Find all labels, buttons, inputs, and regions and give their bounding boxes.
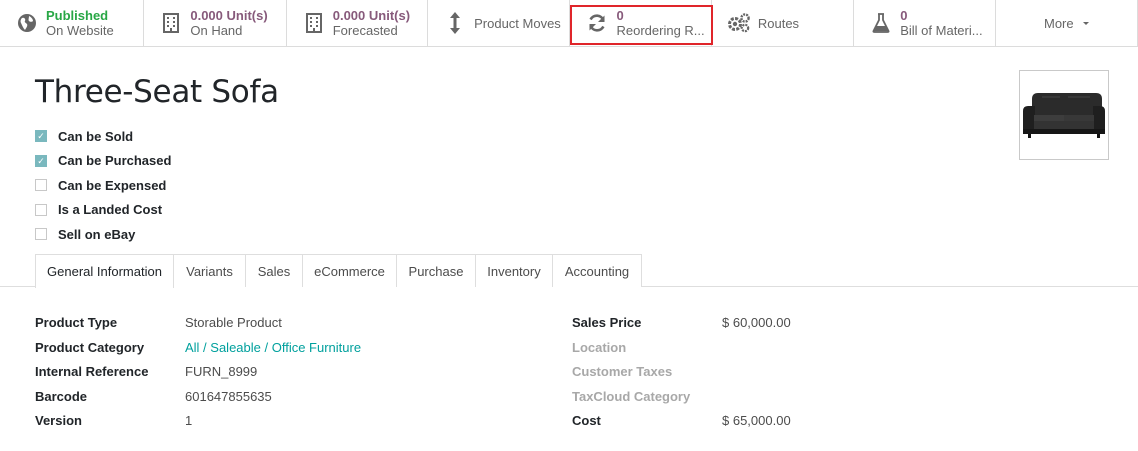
is-landed-cost-label: Is a Landed Cost xyxy=(58,202,163,218)
building-icon xyxy=(297,13,331,33)
sofa-image xyxy=(1023,93,1105,138)
sales-price-value[interactable]: $ 60,000.00 xyxy=(722,315,791,330)
product-type-label: Product Type xyxy=(35,315,118,330)
checkbox-checked[interactable] xyxy=(35,154,47,167)
tab-ecommerce[interactable]: eCommerce xyxy=(302,254,397,287)
tab-variants[interactable]: Variants xyxy=(173,254,246,287)
checkbox-unchecked[interactable] xyxy=(35,203,47,216)
product-category-label: Product Category xyxy=(35,340,145,355)
can-be-expensed-checkbox[interactable]: Can be Expensed xyxy=(35,173,171,198)
refresh-icon xyxy=(580,13,614,33)
product-name[interactable]: Three-Seat Sofa xyxy=(35,74,279,110)
can-be-expensed-label: Can be Expensed xyxy=(58,177,167,193)
checkbox-unchecked[interactable] xyxy=(35,228,47,241)
routes-button[interactable]: Routes xyxy=(712,0,855,46)
on-hand-value: 0.000 Unit(s) xyxy=(190,8,268,23)
cost-value[interactable]: $ 65,000.00 xyxy=(722,413,791,428)
bill-of-materials-label: Bill of Materi... xyxy=(900,23,983,38)
routes-label: Routes xyxy=(757,15,800,31)
customer-taxes-label: Customer Taxes xyxy=(572,364,673,379)
version-value[interactable]: 1 xyxy=(185,413,192,428)
cost-label: Cost xyxy=(572,413,601,428)
more-label: More xyxy=(1043,15,1074,31)
sell-on-ebay-label: Sell on eBay xyxy=(58,226,136,242)
on-hand-label: On Hand xyxy=(190,23,243,38)
gears-icon xyxy=(722,13,756,33)
internal-reference-label: Internal Reference xyxy=(35,364,149,379)
published-button[interactable]: Published On Website xyxy=(0,0,145,46)
sales-price-label: Sales Price xyxy=(572,315,642,330)
can-be-purchased-checkbox[interactable]: Can be Purchased xyxy=(35,149,171,174)
bill-of-materials-value: 0 xyxy=(900,8,908,23)
flask-icon xyxy=(864,13,898,33)
product-type-value[interactable]: Storable Product xyxy=(185,315,282,330)
checkbox-checked[interactable] xyxy=(35,130,47,143)
more-button[interactable]: More xyxy=(996,0,1138,46)
tab-general-information[interactable]: General Information xyxy=(35,254,174,288)
product-options: Can be Sold Can be Purchased Can be Expe… xyxy=(35,124,171,247)
tab-accounting[interactable]: Accounting xyxy=(552,254,642,287)
is-landed-cost-checkbox[interactable]: Is a Landed Cost xyxy=(35,198,171,223)
can-be-sold-checkbox[interactable]: Can be Sold xyxy=(35,124,171,149)
forecasted-label: Forecasted xyxy=(332,23,398,38)
globe-icon xyxy=(10,13,44,33)
reordering-rules-label: Reordering R... xyxy=(616,23,705,38)
tab-inventory[interactable]: Inventory xyxy=(475,254,553,287)
smart-button-bar: Published On Website 0.000 Unit(s) On Ha… xyxy=(0,0,1138,47)
on-hand-button[interactable]: 0.000 Unit(s) On Hand xyxy=(144,0,287,46)
vertical-arrows-icon xyxy=(438,12,472,34)
version-label: Version xyxy=(35,413,82,428)
taxcloud-category-label: TaxCloud Category xyxy=(572,389,691,404)
checkbox-unchecked[interactable] xyxy=(35,179,47,192)
building-icon xyxy=(154,13,188,33)
tab-sales[interactable]: Sales xyxy=(245,254,303,287)
product-moves-label: Product Moves xyxy=(474,15,561,31)
caret-down-icon xyxy=(1082,21,1089,25)
product-moves-button[interactable]: Product Moves xyxy=(428,0,571,46)
barcode-value[interactable]: 601647855635 xyxy=(185,389,272,404)
can-be-purchased-label: Can be Purchased xyxy=(58,153,172,169)
internal-reference-value[interactable]: FURN_8999 xyxy=(185,364,257,379)
published-label: On Website xyxy=(46,23,114,38)
sell-on-ebay-checkbox[interactable]: Sell on eBay xyxy=(35,222,171,247)
can-be-sold-label: Can be Sold xyxy=(58,128,134,144)
location-label: Location xyxy=(572,340,627,355)
reordering-rules-value: 0 xyxy=(616,8,624,23)
published-value: Published xyxy=(46,8,109,23)
product-category-link[interactable]: All / Saleable / Office Furniture xyxy=(185,340,361,355)
reordering-rules-button[interactable]: 0 Reordering R... xyxy=(570,0,714,46)
tab-purchase[interactable]: Purchase xyxy=(396,254,476,287)
form-tabs: General Information Variants Sales eComm… xyxy=(0,254,1138,288)
forecasted-value: 0.000 Unit(s) xyxy=(332,8,411,23)
barcode-label: Barcode xyxy=(35,389,88,404)
product-image[interactable] xyxy=(1019,70,1109,160)
bill-of-materials-button[interactable]: 0 Bill of Materi... xyxy=(854,0,996,46)
forecasted-button[interactable]: 0.000 Unit(s) Forecasted xyxy=(287,0,429,46)
